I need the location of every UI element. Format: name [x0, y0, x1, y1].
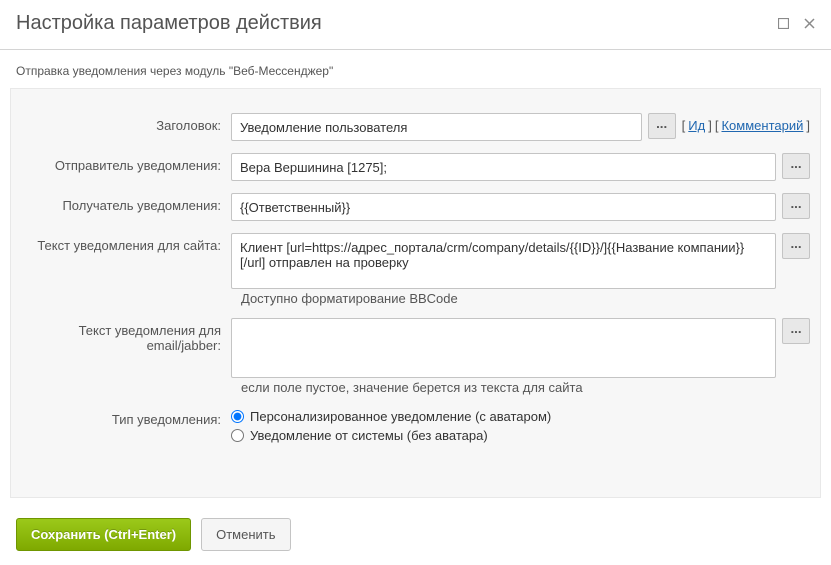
radio-personalized[interactable]: Персонализированное уведомление (с авата… — [231, 409, 551, 424]
email-text-textarea[interactable] — [231, 318, 776, 378]
form-area: Заголовок: ... [Ид] [Комментарий] Отправ… — [10, 88, 821, 498]
label-site-text: Текст уведомления для сайта: — [21, 233, 231, 253]
radio-personalized-input[interactable] — [231, 410, 244, 423]
save-button[interactable]: Сохранить (Ctrl+Enter) — [16, 518, 191, 551]
row-type: Тип уведомления: Персонализированное уве… — [21, 407, 810, 447]
label-type: Тип уведомления: — [21, 407, 231, 427]
row-sender: Отправитель уведомления: ... — [21, 153, 810, 181]
input-col-title: ... [Ид] [Комментарий] — [231, 113, 810, 141]
row-title: Заголовок: ... [Ид] [Комментарий] — [21, 113, 810, 141]
sender-picker-button[interactable]: ... — [782, 153, 810, 179]
radio-system[interactable]: Уведомление от системы (без аватара) — [231, 428, 551, 443]
subheader: Отправка уведомления через модуль "Веб-М… — [0, 50, 831, 88]
footer: Сохранить (Ctrl+Enter) Отменить — [0, 508, 831, 565]
email-text-picker-button[interactable]: ... — [782, 318, 810, 344]
row-email-text: Текст уведомления для email/jabber: ... — [21, 318, 810, 378]
close-icon[interactable] — [803, 18, 815, 30]
radio-system-input[interactable] — [231, 429, 244, 442]
label-sender: Отправитель уведомления: — [21, 153, 231, 173]
input-col-recipient: ... — [231, 193, 810, 221]
input-col-sender: ... — [231, 153, 810, 181]
recipient-input[interactable] — [231, 193, 776, 221]
cancel-button[interactable]: Отменить — [201, 518, 290, 551]
row-recipient: Получатель уведомления: ... — [21, 193, 810, 221]
label-recipient: Получатель уведомления: — [21, 193, 231, 213]
site-text-picker-button[interactable]: ... — [782, 233, 810, 259]
site-text-textarea[interactable]: Клиент [url=https://адрес_портала/crm/co… — [231, 233, 776, 289]
sender-input[interactable] — [231, 153, 776, 181]
label-title: Заголовок: — [21, 113, 231, 133]
title-links: [Ид] [Комментарий] — [682, 113, 810, 133]
radio-system-label: Уведомление от системы (без аватара) — [250, 428, 488, 443]
radio-personalized-label: Персонализированное уведомление (с авата… — [250, 409, 551, 424]
link-id[interactable]: Ид — [688, 118, 705, 133]
email-text-note: если поле пустое, значение берется из те… — [241, 380, 810, 395]
recipient-picker-button[interactable]: ... — [782, 193, 810, 219]
type-radio-group: Персонализированное уведомление (с авата… — [231, 407, 551, 447]
window-controls — [777, 18, 815, 30]
row-site-text: Текст уведомления для сайта: Клиент [url… — [21, 233, 810, 289]
input-col-site-text: Клиент [url=https://адрес_портала/crm/co… — [231, 233, 810, 289]
label-email-text: Текст уведомления для email/jabber: — [21, 318, 231, 353]
maximize-icon[interactable] — [777, 18, 789, 30]
dialog-window: Настройка параметров действия Отправка у… — [0, 0, 831, 565]
title-picker-button[interactable]: ... — [648, 113, 676, 139]
site-text-note: Доступно форматирование BBCode — [241, 291, 810, 306]
link-comment[interactable]: Комментарий — [721, 118, 803, 133]
input-col-email-text: ... — [231, 318, 810, 378]
window-title: Настройка параметров действия — [16, 12, 777, 35]
title-input[interactable] — [231, 113, 642, 141]
input-col-type: Персонализированное уведомление (с авата… — [231, 407, 810, 447]
titlebar: Настройка параметров действия — [0, 0, 831, 50]
